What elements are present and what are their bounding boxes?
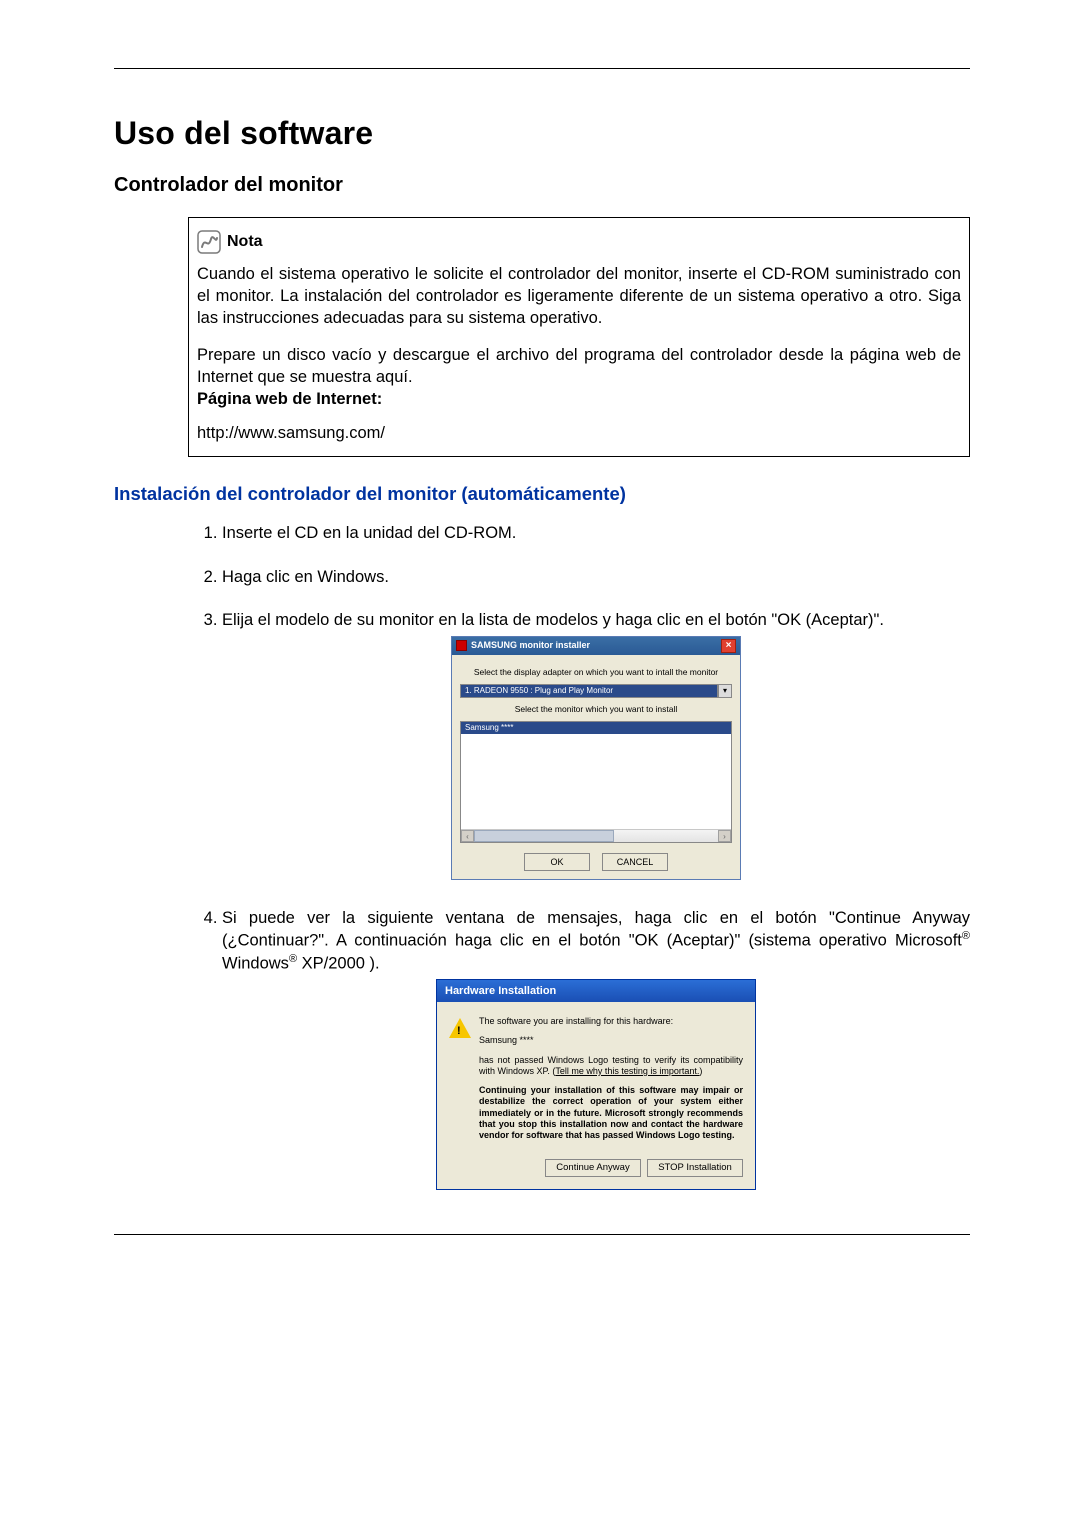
hw-message: The software you are installing for this… [479,1016,743,1149]
step-3: Elija el modelo de su monitor en la list… [222,610,970,880]
adapter-dropdown-value: 1. RADEON 9550 : Plug and Play Monitor [460,684,718,698]
hw-line-1: The software you are installing for this… [479,1016,743,1027]
scroll-left-button[interactable]: ‹ [461,830,474,842]
note-box: Nota Cuando el sistema operativo le soli… [188,217,970,457]
step-4-text-a: Si puede ver la siguiente ventana de men… [222,909,970,950]
reg-mark-1: ® [962,930,970,942]
top-horizontal-rule [114,68,970,69]
continue-anyway-button[interactable]: Continue Anyway [545,1159,641,1177]
installer-titlebar: SAMSUNG monitor installer × [452,637,740,655]
ok-button[interactable]: OK [524,853,590,871]
hw-button-row: Continue Anyway STOP Installation [437,1159,755,1189]
section-heading-controller: Controlador del monitor [114,174,970,197]
scroll-right-button[interactable]: › [718,830,731,842]
installer-body: Select the display adapter on which you … [452,655,740,879]
hw-line-3b: ) [699,1066,702,1076]
scroll-track[interactable] [474,830,718,842]
note-icon [197,230,221,254]
reg-mark-2: ® [289,953,297,965]
horizontal-scrollbar[interactable]: ‹ › [461,829,731,842]
note-title: Nota [227,233,263,251]
note-paragraph-2: Prepare un disco vacío y descargue el ar… [197,345,961,389]
warning-icon: ! [449,1016,479,1149]
hw-testing-link[interactable]: Tell me why this testing is important. [555,1066,699,1076]
note-paragraph-1: Cuando el sistema operativo le solicite … [197,264,961,329]
step-1: Inserte el CD en la unidad del CD-ROM. [222,523,970,544]
installer-instruction-2: Select the monitor which you want to ins… [460,704,732,715]
note-header: Nota [197,230,961,254]
installer-button-row: OK CANCEL [460,853,732,871]
install-steps-list: Inserte el CD en la unidad del CD-ROM. H… [188,523,970,1190]
section-heading-install-auto: Instalación del controlador del monitor … [114,483,970,505]
note-internet-label: Página web de Internet: [197,389,961,411]
close-icon[interactable]: × [721,639,736,653]
hw-line-3: has not passed Windows Logo testing to v… [479,1055,743,1078]
monitor-list-selected[interactable]: Samsung **** [461,722,731,734]
hardware-installation-dialog: Hardware Installation ! The software you… [436,979,756,1190]
document-page: Uso del software Controlador del monitor… [0,0,1080,1295]
scroll-thumb[interactable] [474,830,614,842]
note-url: http://www.samsung.com/ [197,423,961,445]
stop-installation-button[interactable]: STOP Installation [647,1159,743,1177]
page-title: Uso del software [114,115,970,152]
adapter-dropdown[interactable]: 1. RADEON 9550 : Plug and Play Monitor ▾ [460,684,732,698]
warning-bang: ! [457,1024,461,1038]
hw-title: Hardware Installation [445,984,556,998]
hw-titlebar: Hardware Installation [437,980,755,1002]
step-4-text-b: Windows [222,955,289,973]
hw-warning-bold: Continuing your installation of this sof… [479,1085,743,1141]
step-2: Haga clic en Windows. [222,567,970,588]
installer-dialog: SAMSUNG monitor installer × Select the d… [451,636,741,880]
step-3-text: Elija el modelo de su monitor en la list… [222,611,884,629]
cancel-button[interactable]: CANCEL [602,853,668,871]
monitor-list[interactable]: Samsung **** ‹ › [460,721,732,843]
hw-body: ! The software you are installing for th… [437,1002,755,1159]
hw-line-2: Samsung **** [479,1035,743,1046]
step-4: Si puede ver la siguiente ventana de men… [222,908,970,1191]
bottom-horizontal-rule [114,1234,970,1235]
note-text: Cuando el sistema operativo le solicite … [197,264,961,444]
installer-title: SAMSUNG monitor installer [471,640,590,652]
installer-instruction-1: Select the display adapter on which you … [460,667,732,678]
installer-app-icon [456,640,467,651]
chevron-down-icon[interactable]: ▾ [718,684,732,698]
step-4-text-c: XP/2000 ). [297,955,380,973]
